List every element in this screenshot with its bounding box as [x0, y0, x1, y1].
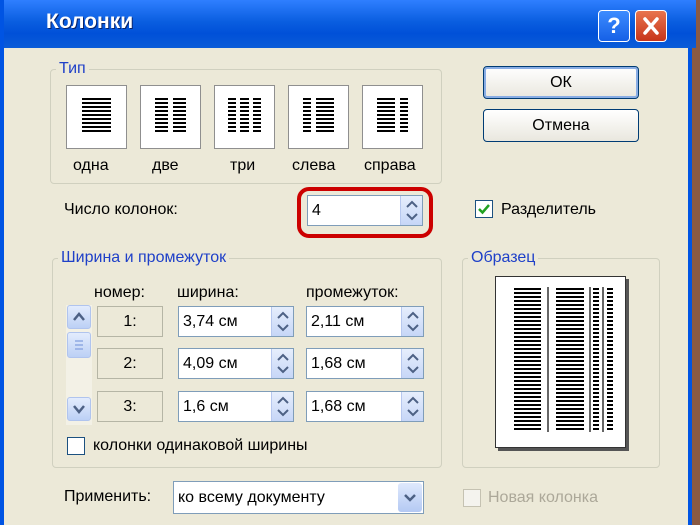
- columns-preview-icon: [514, 287, 613, 432]
- spacing-field[interactable]: 1,68 см: [306, 391, 424, 422]
- new-column-checkbox[interactable]: [463, 489, 481, 507]
- help-button[interactable]: ?: [598, 10, 630, 42]
- close-button[interactable]: [635, 10, 667, 42]
- spin-arrows-icon: [407, 396, 419, 417]
- ok-button[interactable]: ОК: [483, 66, 639, 99]
- columns-count-value: 4: [312, 202, 321, 219]
- preview-legend: Образец: [468, 249, 539, 267]
- spacing-spinner[interactable]: [401, 392, 423, 421]
- spin-arrows-icon: [277, 353, 289, 374]
- columns-count-spinner[interactable]: [400, 196, 422, 225]
- preset-right-label: справа: [364, 157, 416, 174]
- preset-three-label: три: [230, 157, 256, 174]
- preset-one-label: одна: [73, 157, 109, 174]
- three-columns-icon: [228, 98, 261, 132]
- spacing-spinner[interactable]: [401, 307, 423, 336]
- spacing-value: 1,68 см: [311, 355, 366, 372]
- separator-label: Разделитель: [501, 201, 597, 218]
- apply-select[interactable]: ко всему документу: [173, 481, 424, 514]
- preset-left-label: слева: [292, 157, 336, 174]
- spin-arrows-icon: [277, 311, 289, 332]
- spin-arrows-icon: [406, 200, 418, 221]
- preset-three-tile[interactable]: [214, 85, 275, 149]
- chevron-down-icon: [404, 494, 416, 502]
- width-value: 1,6 см: [183, 398, 229, 415]
- width-header: ширина:: [177, 284, 239, 301]
- spin-arrows-icon: [407, 311, 419, 332]
- preset-right-tile[interactable]: [362, 85, 423, 149]
- apply-value: ко всему документу: [178, 489, 325, 506]
- two-columns-icon: [155, 98, 186, 132]
- right-column-icon: [377, 98, 408, 132]
- equal-width-label: колонки одинаковой ширины: [93, 437, 308, 454]
- width-spinner[interactable]: [271, 307, 293, 336]
- width-field[interactable]: 1,6 см: [178, 391, 294, 422]
- new-column-label: Новая колонка: [488, 489, 599, 506]
- close-icon: [643, 17, 659, 35]
- separator-checkbox[interactable]: [475, 200, 493, 218]
- arrow-down-icon: [73, 405, 85, 414]
- spacing-spinner[interactable]: [401, 349, 423, 378]
- checkmark-icon: [478, 204, 490, 215]
- spin-arrows-icon: [407, 353, 419, 374]
- width-spinner[interactable]: [271, 349, 293, 378]
- width-spacing-legend: Ширина и промежуток: [58, 249, 230, 267]
- apply-dropdown-button[interactable]: [398, 483, 422, 512]
- grip-icon: [75, 340, 83, 350]
- row-number: 1:: [97, 306, 163, 337]
- spacing-value: 1,68 см: [311, 398, 366, 415]
- spacing-field[interactable]: 1,68 см: [306, 348, 424, 379]
- width-value: 3,74 см: [183, 313, 238, 330]
- preset-one-tile[interactable]: [66, 85, 127, 149]
- width-value: 4,09 см: [183, 355, 238, 372]
- row-number: 2:: [97, 348, 163, 379]
- spin-arrows-icon: [277, 396, 289, 417]
- cancel-button[interactable]: Отмена: [483, 109, 639, 142]
- width-field[interactable]: 4,09 см: [178, 348, 294, 379]
- type-group-legend: Тип: [56, 60, 89, 78]
- spacing-field[interactable]: 2,11 см: [306, 306, 424, 337]
- columns-count-field[interactable]: 4: [307, 195, 423, 226]
- title-bar[interactable]: Колонки ?: [4, 0, 696, 48]
- preview-page: [495, 276, 626, 448]
- left-column-icon: [303, 98, 334, 132]
- scroll-down-button[interactable]: [67, 397, 91, 421]
- scroll-thumb[interactable]: [67, 332, 91, 358]
- preset-left-tile[interactable]: [288, 85, 349, 149]
- width-field[interactable]: 3,74 см: [178, 306, 294, 337]
- apply-label: Применить:: [64, 488, 152, 505]
- window-title: Колонки: [46, 10, 134, 33]
- row-number: 3:: [97, 391, 163, 422]
- spacing-header: промежуток:: [306, 284, 399, 301]
- preset-two-label: две: [152, 157, 179, 174]
- width-spinner[interactable]: [271, 392, 293, 421]
- preset-two-tile[interactable]: [140, 85, 201, 149]
- equal-width-checkbox[interactable]: [67, 437, 85, 455]
- arrow-up-icon: [73, 312, 85, 321]
- columns-dialog: Колонки ? Тип одна две три слева справа …: [0, 0, 696, 525]
- columns-count-label: Число колонок:: [64, 201, 178, 218]
- number-header: номер:: [94, 284, 145, 301]
- spacing-value: 2,11 см: [311, 313, 365, 330]
- one-column-icon: [82, 98, 111, 132]
- scroll-up-button[interactable]: [67, 305, 91, 329]
